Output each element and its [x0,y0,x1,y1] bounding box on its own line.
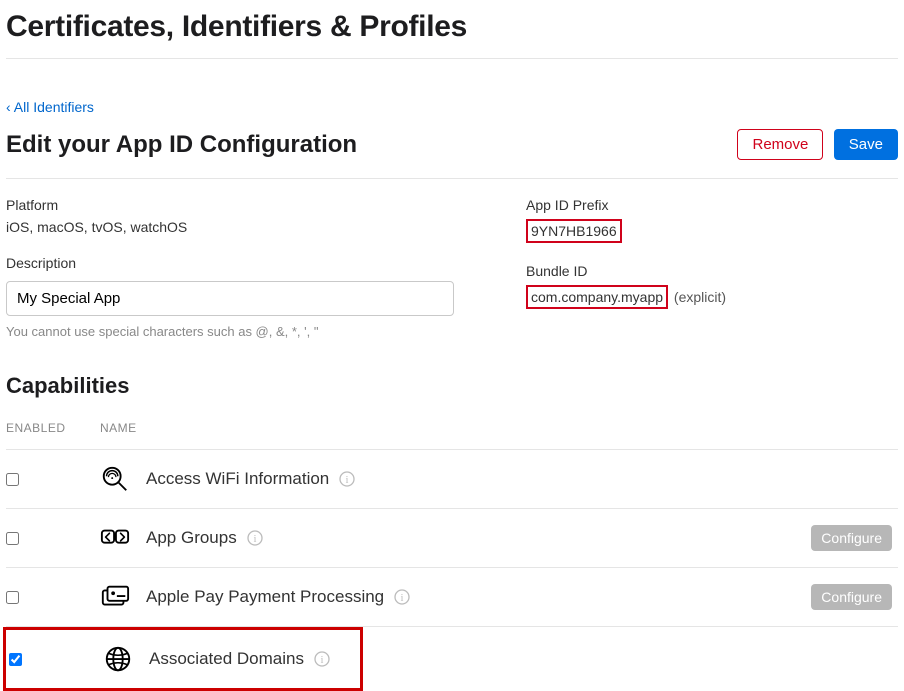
capability-checkbox-applepay[interactable] [6,591,19,604]
capability-checkbox-wifi[interactable] [6,473,19,486]
capability-name: Apple Pay Payment Processing [146,587,384,607]
page-title: Certificates, Identifiers & Profiles [6,10,898,59]
description-hint: You cannot use special characters such a… [6,324,526,339]
capability-row-associated-domains: Associated Domains i [3,627,363,691]
breadcrumb: ‹ All Identifiers [6,99,898,115]
save-button[interactable]: Save [834,129,898,160]
capabilities-title: Capabilities [6,373,898,399]
svg-text:i: i [401,593,404,604]
capability-checkbox-appgroups[interactable] [6,532,19,545]
appid-prefix-box: 9YN7HB1966 [526,219,622,243]
capability-row: Access WiFi Information i [6,450,898,509]
configure-button[interactable]: Configure [811,525,892,551]
description-input[interactable] [6,281,454,316]
capability-name: Associated Domains [149,649,304,669]
platform-value: iOS, macOS, tvOS, watchOS [6,219,526,235]
back-link[interactable]: ‹ All Identifiers [6,99,94,115]
info-icon[interactable]: i [247,530,263,546]
action-buttons: Remove Save [731,129,898,160]
globe-icon [103,644,133,674]
svg-text:i: i [321,655,324,666]
info-icon[interactable]: i [394,589,410,605]
svg-text:i: i [253,534,256,545]
header-name: NAME [100,421,788,435]
capability-row: App Groups i Configure [6,509,898,568]
svg-text:i: i [346,475,349,486]
app-groups-icon [100,523,130,553]
capability-name: Access WiFi Information [146,469,329,489]
description-label: Description [6,255,526,271]
bundle-id-row: com.company.myapp (explicit) [526,285,898,309]
wifi-search-icon [100,464,130,494]
capability-name: App Groups [146,528,237,548]
appid-prefix-label: App ID Prefix [526,197,898,213]
back-link-label: All Identifiers [14,99,94,115]
bundle-id-box: com.company.myapp [526,285,668,309]
platform-label: Platform [6,197,526,213]
capabilities-table: ENABLED NAME Access WiFi Information i [6,421,898,691]
capability-checkbox-associated-domains[interactable] [9,653,22,666]
bundle-id-suffix: (explicit) [674,289,726,305]
remove-button[interactable]: Remove [737,129,823,160]
bundle-id-label: Bundle ID [526,263,898,279]
chevron-left-icon: ‹ [6,99,14,115]
section-title: Edit your App ID Configuration [6,131,357,159]
info-icon[interactable]: i [339,471,355,487]
header-enabled: ENABLED [6,421,100,435]
configure-button[interactable]: Configure [811,584,892,610]
apple-pay-icon [100,582,130,612]
capabilities-header: ENABLED NAME [6,421,898,450]
capability-row: Apple Pay Payment Processing i Configure [6,568,898,627]
appid-prefix-value: 9YN7HB1966 [526,219,898,243]
